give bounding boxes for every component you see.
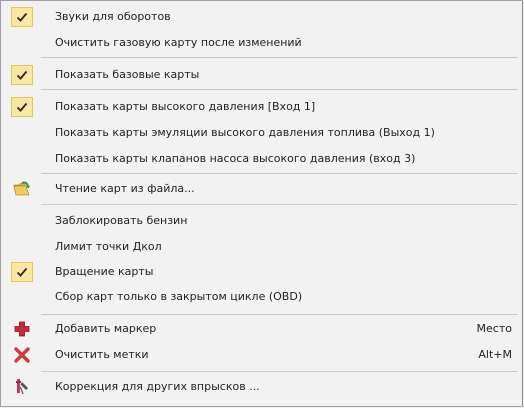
menu-item-add-marker[interactable]: Добавить маркер Место	[1, 317, 522, 341]
shortcut-text: Alt+M	[478, 348, 512, 361]
plus-icon	[11, 319, 33, 339]
menu-separator	[41, 204, 518, 205]
menu-item-label: Добавить маркер	[55, 322, 157, 335]
menu-item-dkol-point-limit[interactable]: Лимит точки Дкол	[1, 235, 522, 259]
check-icon	[11, 7, 33, 27]
menu-separator	[41, 57, 518, 58]
menu-item-show-base-maps[interactable]: Показать базовые карты	[1, 63, 522, 87]
menu-item-read-maps-from-file[interactable]: Чтение карт из файла...	[1, 177, 522, 201]
menu-item-rpm-sounds[interactable]: Звуки для оборотов	[1, 5, 522, 29]
menu-separator	[41, 314, 518, 315]
menu-item-label: Сбор карт только в закрытом цикле (OBD)	[55, 290, 303, 303]
menu-separator	[41, 371, 518, 372]
menu-item-clear-gas-map[interactable]: Очистить газовую карту после изменений	[1, 31, 522, 55]
shortcut-text: Место	[476, 322, 512, 335]
menu-item-label: Показать карты эмуляции высокого давлени…	[55, 126, 435, 139]
red-x-icon	[11, 345, 33, 365]
menu-item-block-petrol[interactable]: Заблокировать бензин	[1, 209, 522, 233]
menu-item-label: Звуки для оборотов	[55, 10, 171, 23]
menu-item-label: Заблокировать бензин	[55, 214, 188, 227]
menu-item-label: Коррекция для других впрысков ...	[55, 380, 260, 393]
check-icon	[11, 262, 33, 282]
menu-item-show-high-pressure-maps[interactable]: Показать карты высокого давления [Вход 1…	[1, 95, 522, 119]
menu-item-label: Лимит точки Дкол	[55, 240, 162, 253]
menu-item-map-rotation[interactable]: Вращение карты	[1, 260, 522, 284]
menu-item-label: Показать карты клапанов насоса высокого …	[55, 152, 416, 165]
menu-item-label: Очистить газовую карту после изменений	[55, 36, 302, 49]
menu-item-label: Вращение карты	[55, 265, 154, 278]
context-menu: Звуки для оборотов Очистить газовую карт…	[0, 0, 523, 407]
menu-item-label: Чтение карт из файла...	[55, 182, 195, 195]
open-folder-icon	[11, 179, 33, 199]
menu-item-injector-correction[interactable]: Коррекция для других впрысков ...	[1, 375, 522, 399]
check-icon	[11, 65, 33, 85]
menu-item-show-emulation-maps[interactable]: Показать карты эмуляции высокого давлени…	[1, 121, 522, 145]
menu-item-clear-markers[interactable]: Очистить метки Alt+M	[1, 343, 522, 367]
menu-separator	[41, 89, 518, 90]
menu-item-label: Показать карты высокого давления [Вход 1…	[55, 100, 316, 113]
menu-item-label: Очистить метки	[55, 348, 149, 361]
menu-separator	[41, 173, 518, 174]
menu-item-show-pump-valve-maps[interactable]: Показать карты клапанов насоса высокого …	[1, 147, 522, 171]
injector-icon	[11, 377, 33, 397]
menu-item-closed-loop-collection[interactable]: Сбор карт только в закрытом цикле (OBD)	[1, 285, 522, 309]
menu-item-label: Показать базовые карты	[55, 68, 200, 81]
check-icon	[11, 97, 33, 117]
